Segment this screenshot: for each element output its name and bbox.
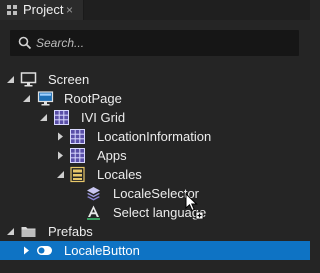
tab-project-label: Project (23, 2, 64, 17)
tree-label: Prefabs (48, 224, 93, 239)
expanded-arrow-icon[interactable] (6, 75, 15, 84)
search-icon (18, 36, 32, 50)
collapsed-arrow-icon[interactable] (56, 151, 65, 160)
tree-item-locale-selector[interactable]: LocaleSelector (0, 184, 310, 203)
expanded-arrow-icon[interactable] (6, 227, 15, 236)
expanded-arrow-icon[interactable] (22, 94, 31, 103)
close-tab-icon[interactable]: × (66, 2, 73, 18)
tree-item-locales[interactable]: Locales (0, 165, 310, 184)
tree-label: Apps (97, 148, 127, 163)
stack-layout-icon (70, 166, 85, 183)
tree-label: LocaleButton (64, 243, 140, 258)
tree-label: LocaleSelector (113, 186, 199, 201)
tree-label: RootPage (64, 91, 122, 106)
tree-label: Select language (113, 205, 207, 220)
folder-icon (21, 227, 36, 237)
layers-icon (87, 187, 100, 201)
monitor-icon (20, 72, 37, 87)
tree-label: Screen (48, 72, 90, 87)
text-icon (87, 205, 100, 220)
grid-layout-icon (54, 110, 69, 125)
expanded-arrow-icon[interactable] (56, 170, 65, 179)
tree-item-locale-button[interactable]: LocaleButton (0, 241, 310, 260)
tree-item-root-page[interactable]: RootPage (0, 89, 310, 108)
collapsed-arrow-icon[interactable] (56, 132, 65, 141)
search-box (10, 30, 299, 56)
tree-item-location-information[interactable]: LocationInformation (0, 127, 310, 146)
tree-label: Locales (97, 167, 142, 182)
tree-item-select-language[interactable]: Select language (0, 203, 310, 222)
toggle-button-icon (37, 246, 52, 255)
search-input[interactable] (36, 33, 286, 53)
page-icon (37, 91, 54, 106)
tree-label: LocationInformation (97, 129, 212, 144)
grid-layout-icon (70, 129, 85, 144)
project-icon (7, 5, 17, 15)
tree-item-prefabs[interactable]: Prefabs (0, 222, 310, 241)
expanded-arrow-icon[interactable] (39, 113, 48, 122)
tree-item-apps[interactable]: Apps (0, 146, 310, 165)
tree-item-screen[interactable]: Screen (0, 70, 310, 89)
panel-tab-bar: Project × (0, 0, 310, 20)
tab-project[interactable]: Project × (0, 0, 84, 20)
collapsed-arrow-icon[interactable] (22, 246, 31, 255)
tree-label: IVI Grid (81, 110, 126, 125)
grid-layout-icon (70, 148, 85, 163)
tree-item-ivi-grid[interactable]: IVI Grid (0, 108, 310, 127)
